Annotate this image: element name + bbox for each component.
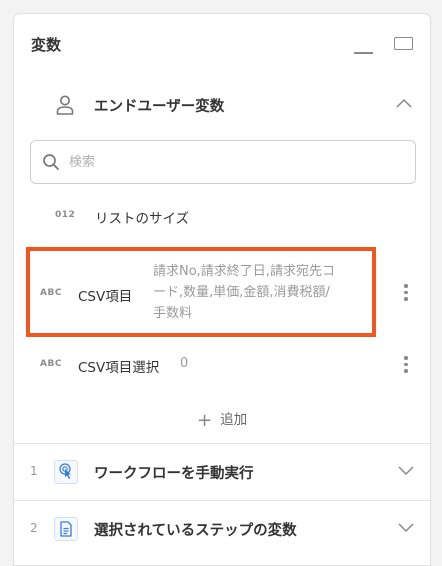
maximize-icon[interactable] bbox=[394, 37, 413, 50]
step-number: 1 bbox=[30, 464, 38, 478]
step-row-2[interactable]: 2 選択されているステップの変数 bbox=[14, 501, 430, 557]
plus-icon: + bbox=[197, 410, 213, 431]
variables-panel: 変数 エンドユーザー変数 012 リストのサイズ ABC CSV項目 請求No,… bbox=[13, 13, 431, 566]
panel-title: 変数 bbox=[31, 36, 62, 54]
highlight-box bbox=[26, 247, 376, 337]
section-title: エンドユーザー変数 bbox=[94, 99, 225, 115]
step-title: ワークフローを手動実行 bbox=[94, 466, 254, 482]
chevron-down-icon[interactable] bbox=[398, 523, 414, 533]
add-label: 追加 bbox=[220, 412, 248, 428]
search-box bbox=[30, 140, 416, 184]
variable-name: リストのサイズ bbox=[95, 211, 190, 227]
variable-value: 0 bbox=[180, 356, 189, 371]
section-header-end-user-variables[interactable]: エンドユーザー変数 bbox=[14, 86, 430, 126]
chevron-down-icon[interactable] bbox=[398, 466, 414, 476]
step-number: 2 bbox=[30, 521, 38, 535]
type-tag-text: ABC bbox=[40, 359, 62, 369]
variable-row-csv-item-selection[interactable]: ABC CSV項目選択 0 bbox=[14, 354, 430, 384]
type-tag-number: 012 bbox=[55, 210, 76, 220]
search-icon bbox=[43, 154, 59, 170]
more-options-icon[interactable] bbox=[403, 284, 409, 304]
chevron-up-icon[interactable] bbox=[396, 98, 412, 108]
step-title: 選択されているステップの変数 bbox=[94, 523, 297, 539]
document-icon bbox=[54, 517, 78, 541]
more-options-icon[interactable] bbox=[403, 356, 409, 376]
search-input[interactable] bbox=[69, 149, 399, 175]
minimize-icon[interactable] bbox=[354, 52, 373, 54]
step-row-1[interactable]: 1 ワークフローを手動実行 bbox=[14, 444, 430, 500]
touch-icon bbox=[54, 460, 78, 484]
variable-name: CSV項目選択 bbox=[78, 360, 160, 376]
user-icon bbox=[56, 95, 74, 115]
panel-header: 変数 bbox=[14, 14, 430, 74]
add-variable-button[interactable]: + 追加 bbox=[197, 408, 247, 431]
variable-row-list-size[interactable]: 012 リストのサイズ bbox=[14, 206, 430, 236]
